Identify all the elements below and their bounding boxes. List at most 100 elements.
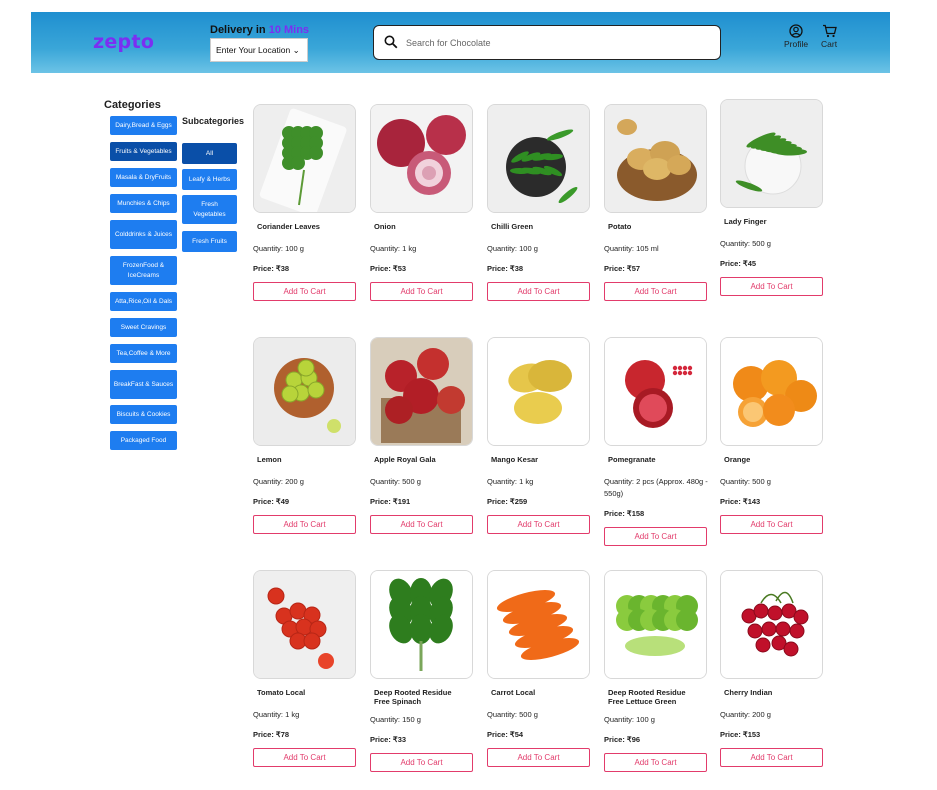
category-button[interactable]: Masala & DryFruits [110, 168, 177, 187]
product-price: Price: ₹158 [604, 509, 645, 518]
product-name: Pomegranate [608, 455, 656, 464]
product-price: Price: ₹49 [253, 497, 290, 506]
product-card[interactable]: Deep Rooted Residue Free Spinach Quantity… [370, 570, 474, 772]
product-quantity: Quantity: 200 g [253, 477, 304, 486]
delivery-time-label: Delivery in 10 Mins [210, 24, 310, 36]
category-button[interactable]: Fruits & Vegetables [110, 142, 177, 161]
product-card[interactable]: Mango Kesar Quantity: 1 kg Price: ₹259 Add … [487, 337, 591, 534]
add-to-cart-button[interactable]: Add To Cart [253, 748, 356, 767]
apple-image[interactable] [370, 337, 473, 446]
product-card[interactable]: Lemon Quantity: 200 g Price: ₹49 Add To Car… [253, 337, 357, 534]
product-quantity: Quantity: 500 g [720, 239, 771, 248]
category-button[interactable]: Biscuits & Cookies [110, 405, 177, 424]
category-button[interactable]: Dairy,Bread & Eggs [110, 116, 177, 135]
add-to-cart-button[interactable]: Add To Cart [720, 277, 823, 296]
orange-image[interactable] [720, 337, 823, 446]
add-to-cart-button[interactable]: Add To Cart [720, 515, 823, 534]
category-button[interactable]: Munchies & Chips [110, 194, 177, 213]
product-price: Price: ₹143 [720, 497, 761, 506]
spinach-image[interactable] [370, 570, 473, 679]
add-to-cart-button[interactable]: Add To Cart [370, 753, 473, 772]
category-button[interactable]: Packaged Food [110, 431, 177, 450]
add-to-cart-button[interactable]: Add To Cart [604, 753, 707, 772]
product-card[interactable]: Deep Rooted Residue Free Lettuce Green Qu… [604, 570, 708, 772]
top-header: zepto Delivery in 10 Mins Enter Your Loc… [31, 12, 890, 73]
product-name: Mango Kesar [491, 455, 539, 464]
profile-button[interactable]: Profile [784, 24, 808, 49]
product-card[interactable]: Lady Finger Quantity: 500 g Price: ₹45 Add … [720, 99, 824, 296]
product-quantity: Quantity: 150 g [370, 715, 421, 724]
product-price: Price: ₹153 [720, 730, 761, 739]
product-quantity: Quantity: 1 kg [487, 477, 534, 486]
product-quantity: Quantity: 500 g [487, 710, 538, 719]
coriander-image[interactable] [253, 104, 356, 213]
add-to-cart-button[interactable]: Add To Cart [487, 515, 590, 534]
add-to-cart-button[interactable]: Add To Cart [487, 748, 590, 767]
product-card[interactable]: Carrot Local Quantity: 500 g Price: ₹54 Add… [487, 570, 591, 767]
product-price: Price: ₹259 [487, 497, 528, 506]
product-quantity: Quantity: 105 ml [604, 244, 659, 253]
category-button[interactable]: Sweet Cravings [110, 318, 177, 337]
tomato-image[interactable] [253, 570, 356, 679]
pomegranate-image[interactable] [604, 337, 707, 446]
product-card[interactable]: Orange Quantity: 500 g Price: ₹143 Add To C… [720, 337, 824, 534]
product-price: Price: ₹33 [370, 735, 407, 744]
profile-icon [789, 24, 803, 38]
location-button[interactable]: Enter Your Location ⌄ [210, 38, 308, 62]
chevron-down-icon: ⌄ [292, 45, 300, 55]
carrot-image[interactable] [487, 570, 590, 679]
zepto-logo[interactable]: zepto [93, 31, 154, 53]
subcategory-button[interactable]: Fresh Vegetables [182, 195, 237, 224]
okra-image[interactable] [720, 99, 823, 208]
lemon-image[interactable] [253, 337, 356, 446]
subcategory-button[interactable]: All [182, 143, 237, 164]
subcategory-button[interactable]: Leafy & Herbs [182, 169, 237, 190]
product-card[interactable]: Apple Royal Gala Quantity: 500 g Price: ₹1… [370, 337, 474, 534]
product-price: Price: ₹96 [604, 735, 641, 744]
add-to-cart-button[interactable]: Add To Cart [253, 282, 356, 301]
add-to-cart-button[interactable]: Add To Cart [253, 515, 356, 534]
product-quantity: Quantity: 1 kg [253, 710, 300, 719]
product-price: Price: ₹38 [253, 264, 290, 273]
product-name: Deep Rooted Residue Free Lettuce Green [608, 688, 686, 706]
product-name: Chilli Green [491, 222, 534, 231]
subcategories-title: Subcategories [182, 116, 245, 126]
mango-image[interactable] [487, 337, 590, 446]
product-card[interactable]: Cherry Indian Quantity: 200 g Price: ₹153 A… [720, 570, 824, 767]
cherry-image[interactable] [720, 570, 823, 679]
add-to-cart-button[interactable]: Add To Cart [604, 282, 707, 301]
product-name: Orange [724, 455, 751, 464]
product-name: Apple Royal Gala [374, 455, 436, 464]
lettuce-image[interactable] [604, 570, 707, 679]
product-quantity: Quantity: 200 g [720, 710, 771, 719]
product-name: Deep Rooted Residue Free Spinach [374, 688, 452, 706]
search-bar[interactable]: Search for Chocolate [373, 25, 721, 60]
search-placeholder: Search for Chocolate [406, 38, 491, 48]
category-button[interactable]: Atta,Rice,Oil & Dals [110, 292, 177, 311]
onion-image[interactable] [370, 104, 473, 213]
category-button[interactable]: BreakFast & Sauces [110, 370, 177, 399]
product-card[interactable]: Coriander Leaves Quantity: 100 g Price: ₹3… [253, 104, 357, 301]
add-to-cart-button[interactable]: Add To Cart [487, 282, 590, 301]
category-button[interactable]: FrozenFood & IceCreams [110, 256, 177, 285]
product-card[interactable]: Potato Quantity: 105 ml Price: ₹57 Add To C… [604, 104, 708, 301]
add-to-cart-button[interactable]: Add To Cart [604, 527, 707, 546]
chilli-image[interactable] [487, 104, 590, 213]
product-card[interactable]: Onion Quantity: 1 kg Price: ₹53 Add To Cart [370, 104, 474, 301]
category-button[interactable]: Colddrinks & Juices [110, 220, 177, 249]
add-to-cart-button[interactable]: Add To Cart [720, 748, 823, 767]
product-card[interactable]: Pomegranate Quantity: 2 pcs (Approx. 480g… [604, 337, 708, 546]
product-card[interactable]: Chilli Green Quantity: 100 g Price: ₹38 Add… [487, 104, 591, 301]
subcategory-button[interactable]: Fresh Fruits [182, 231, 237, 252]
product-quantity: Quantity: 100 g [604, 715, 655, 724]
product-name: Carrot Local [491, 688, 536, 697]
add-to-cart-button[interactable]: Add To Cart [370, 515, 473, 534]
product-name: Onion [374, 222, 396, 231]
product-quantity: Quantity: 2 pcs (Approx. 480g - 550g) [604, 477, 708, 498]
cart-button[interactable]: Cart [821, 24, 837, 49]
product-card[interactable]: Tomato Local Quantity: 1 kg Price: ₹78 Add … [253, 570, 357, 767]
potato-image[interactable] [604, 104, 707, 213]
add-to-cart-button[interactable]: Add To Cart [370, 282, 473, 301]
product-name: Coriander Leaves [257, 222, 320, 231]
category-button[interactable]: Tea,Coffee & More [110, 344, 177, 363]
